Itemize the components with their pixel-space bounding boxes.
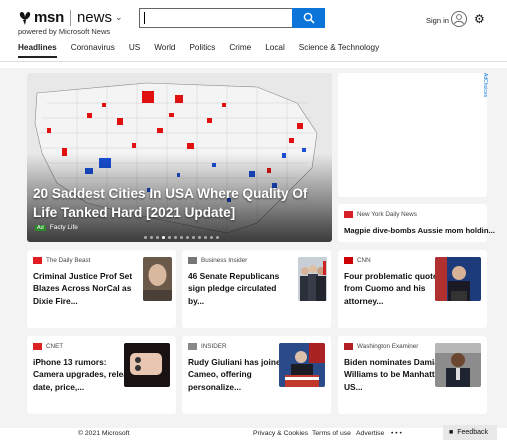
carousel-dot[interactable] [168,236,171,239]
header-divider [0,61,507,62]
story-card[interactable]: CNET iPhone 13 rumors: Camera upgrades, … [27,336,176,414]
man-portrait-image [143,257,172,301]
hero-title[interactable]: 20 Saddest Cities In USA Where Quality O… [33,184,325,222]
logo-divider [69,9,71,26]
story-thumbnail[interactable] [143,257,172,301]
story-thumbnail[interactable] [124,343,170,387]
carousel-dot[interactable] [210,236,213,239]
story-source: Washington Examiner [344,343,418,350]
tab-politics[interactable]: Politics [189,43,215,58]
side-story-card[interactable]: New York Daily News Magpie dive-bombs Au… [338,204,495,242]
story-source: CNET [33,343,63,350]
hero-carousel[interactable]: 20 Saddest Cities In USA Where Quality O… [27,73,332,242]
story-title[interactable]: Criminal Justice Prof Set Blazes Across … [33,270,139,307]
story-card[interactable]: Washington Examiner Biden nominates Dami… [338,336,487,414]
sign-in-link[interactable]: Sign in [426,16,449,25]
source-logo-icon [188,257,197,264]
source-logo-icon [344,257,353,264]
source-name: Washington Examiner [357,343,419,350]
person-icon [454,14,464,25]
source-logo-icon [344,343,353,350]
source-logo-icon [188,343,197,350]
giuliani-podium-image [279,343,325,387]
story-source: The Daily Beast [33,257,90,264]
iphone-cameras-image [124,343,170,387]
tab-science-technology[interactable]: Science & Technology [299,43,379,58]
carousel-dot[interactable] [156,236,159,239]
footer: © 2021 Microsoft Privacy & Cookies Terms… [0,428,507,440]
story-card[interactable]: CNN Four problematic quotes from Cuomo a… [338,250,487,328]
adchoices-label[interactable]: AdChoices [482,73,488,97]
damian-williams-image [435,343,481,387]
hero-source-name[interactable]: Facty Life [50,224,78,231]
hero-source: Ad Facty Life [35,224,78,231]
carousel-dot[interactable] [162,236,165,239]
carousel-dot[interactable] [216,236,219,239]
source-name: New York Daily News [357,211,417,218]
ad-badge: Ad [35,224,46,231]
feedback-label: Feedback [457,429,488,436]
source-logo-icon [33,257,42,264]
nav-tabs: Headlines Coronavirus US World Politics … [0,43,507,58]
privacy-link[interactable]: Privacy & Cookies [253,430,308,437]
story-thumbnail[interactable] [298,257,327,301]
powered-by: powered by Microsoft News [18,27,111,36]
carousel-dot[interactable] [174,236,177,239]
source-logo-icon [33,343,42,350]
tab-crime[interactable]: Crime [229,43,251,58]
feedback-button[interactable]: ■ Feedback [443,425,497,440]
source-name: INSIDER [201,343,227,350]
story-card[interactable]: The Daily Beast Criminal Justice Prof Se… [27,250,176,328]
top-bar: msn news ⌄ powered by Microsoft News Sig… [0,0,507,68]
tab-coronavirus[interactable]: Coronavirus [71,43,115,58]
senators-group-image [298,257,327,301]
story-source: CNN [344,257,371,264]
story-title[interactable]: 46 Senate Republicans sign pledge circul… [188,270,294,307]
source-logo-icon [344,211,353,218]
carousel-dot[interactable] [204,236,207,239]
terms-link[interactable]: Terms of use [312,430,351,437]
story-source: New York Daily News [344,211,417,218]
source-name: The Daily Beast [46,257,91,264]
source-name: Business Insider [201,257,248,264]
story-thumbnail[interactable] [435,257,481,301]
tab-local[interactable]: Local [265,43,285,58]
section-name[interactable]: news [77,9,112,26]
carousel-dots[interactable] [144,236,222,239]
msn-butterfly-icon [19,11,31,25]
ad-slot[interactable] [338,73,487,197]
carousel-dot[interactable] [186,236,189,239]
advertise-link[interactable]: Advertise [356,430,384,437]
carousel-dot[interactable] [192,236,195,239]
story-thumbnail[interactable] [435,343,481,387]
chevron-down-icon[interactable]: ⌄ [115,12,123,23]
copyright: © 2021 Microsoft [78,430,130,437]
carousel-dot[interactable] [180,236,183,239]
source-name: CNN [357,257,371,264]
more-options-icon[interactable]: • • • [391,430,402,437]
search-button[interactable] [292,8,325,28]
gear-icon[interactable]: ⚙ [474,13,485,25]
search-icon [303,12,315,24]
story-source: Business Insider [188,257,247,264]
story-card[interactable]: Business Insider 46 Senate Republicans s… [182,250,331,328]
tab-headlines[interactable]: Headlines [18,43,57,58]
tab-world[interactable]: World [154,43,175,58]
carousel-dot[interactable] [150,236,153,239]
story-card[interactable]: INSIDER Rudy Giuliani has joined Cameo, … [182,336,331,414]
story-source: INSIDER [188,343,227,350]
cuomo-podium-image [435,257,481,301]
feedback-icon: ■ [449,429,454,436]
carousel-dot[interactable] [144,236,147,239]
story-title[interactable]: Magpie dive-bombs Aussie mom holdin... [344,226,495,235]
avatar-icon[interactable] [451,11,467,27]
brand-name: msn [34,9,64,26]
text-cursor [144,12,145,24]
story-thumbnail[interactable] [279,343,325,387]
carousel-dot[interactable] [198,236,201,239]
tab-us[interactable]: US [129,43,140,58]
msn-logo[interactable]: msn news ⌄ [18,9,123,26]
source-name: CNET [46,343,64,350]
